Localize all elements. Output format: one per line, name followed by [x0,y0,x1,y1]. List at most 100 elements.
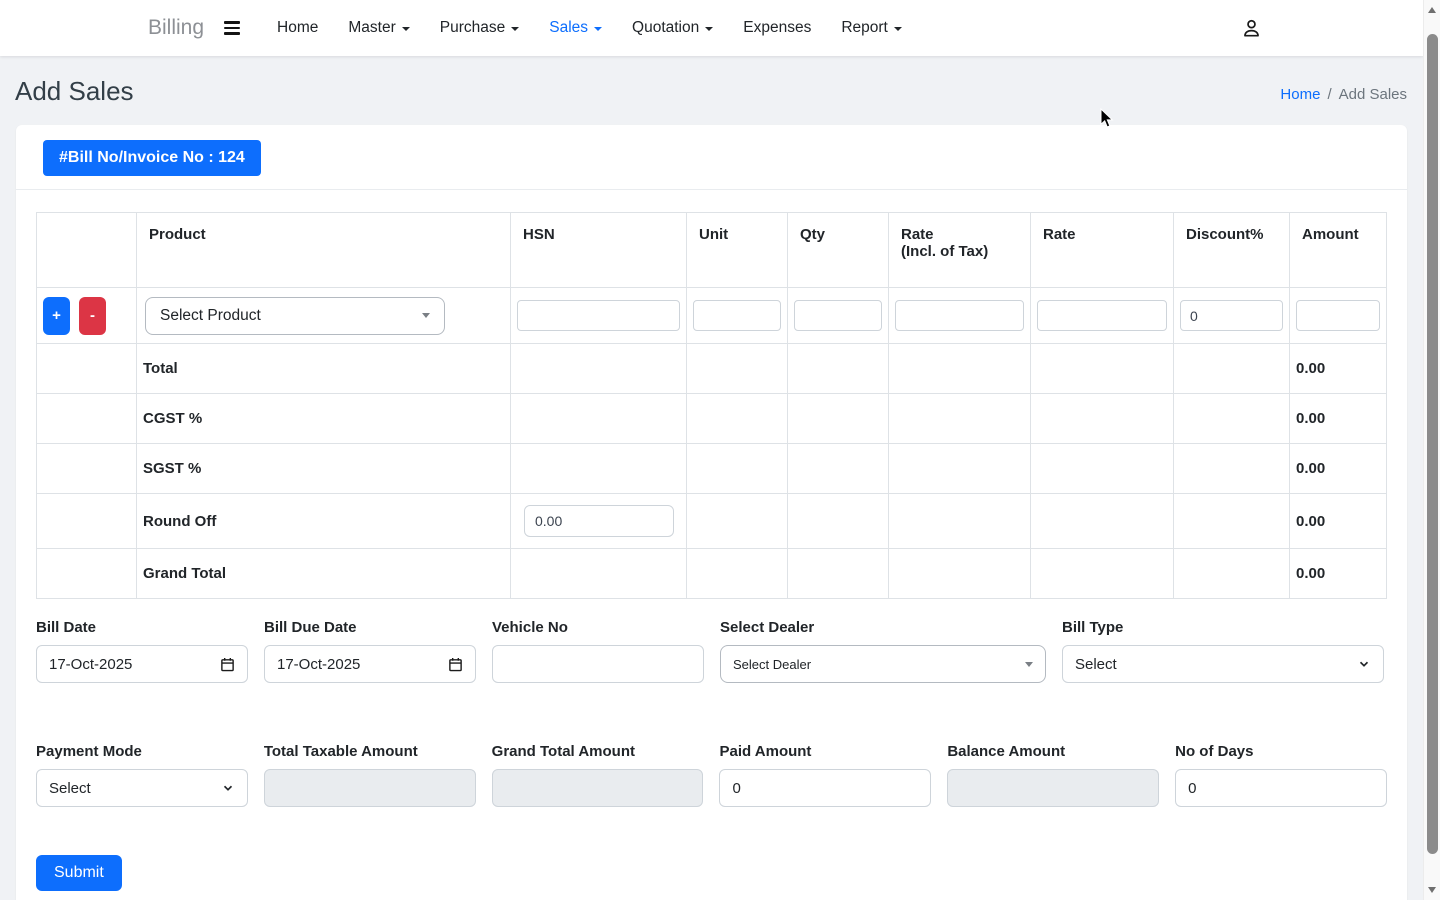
discount-input[interactable] [1180,300,1283,331]
bill-type-label: Bill Type [1062,619,1384,636]
nav-item-expenses[interactable]: Expenses [728,11,826,45]
bill-no-invoice-button[interactable]: #Bill No/Invoice No : 124 [43,140,261,176]
col-product: Product [137,213,511,288]
paid-amount-input[interactable] [719,769,931,807]
chevron-down-icon [1357,657,1371,671]
caret-down-icon [1025,662,1033,667]
items-table: Product HSN Unit Qty Rate (Incl. of Tax)… [36,212,1387,599]
total-taxable-amount-label: Total Taxable Amount [264,743,476,760]
bill-number-section: #Bill No/Invoice No : 124 [16,125,1407,190]
app-viewport: Billing Home Master Purchase Sales Quota… [0,0,1423,900]
submit-button[interactable]: Submit [36,855,122,891]
total-amount: 0.00 [1290,344,1387,394]
grand-total-amount-label: Grand Total Amount [492,743,704,760]
col-actions [37,213,137,288]
sgst-label: SGST % [137,444,511,494]
calendar-icon[interactable] [448,657,463,672]
grand-total-label: Grand Total [137,549,511,599]
vertical-scrollbar[interactable] [1423,0,1440,900]
no-of-days-input[interactable] [1175,769,1387,807]
hsn-input[interactable] [517,300,680,331]
cgst-row: CGST % 0.00 [37,394,1387,444]
rate-incl-tax-input[interactable] [895,300,1024,331]
breadcrumb: Home/Add Sales [1280,86,1407,107]
person-icon [1240,17,1263,40]
nav-item-sales[interactable]: Sales [534,11,617,45]
caret-down-icon [894,27,902,31]
balance-amount-input [947,769,1159,807]
nav-item-quotation[interactable]: Quotation [617,11,728,45]
sgst-row: SGST % 0.00 [37,444,1387,494]
bill-details-row: Bill Date 17-Oct-2025 Bill Due Date 17-O… [36,619,1387,683]
scroll-up-arrow-icon[interactable] [1428,7,1436,13]
unit-input[interactable] [693,300,781,331]
round-off-input[interactable] [524,505,674,537]
col-amount: Amount [1290,213,1387,288]
caret-down-icon [422,313,430,318]
product-entry-row: +- Select Product [37,288,1387,344]
paid-amount-label: Paid Amount [719,743,931,760]
breadcrumb-current: Add Sales [1339,86,1407,103]
remove-row-button[interactable]: - [79,297,106,335]
round-off-amount: 0.00 [1290,494,1387,549]
bill-date-input[interactable]: 17-Oct-2025 [36,645,248,683]
col-rate-incl: Rate (Incl. of Tax) [889,213,1031,288]
payment-mode-label: Payment Mode [36,743,248,760]
add-row-button[interactable]: + [43,297,70,335]
calendar-icon[interactable] [220,657,235,672]
rate-input[interactable] [1037,300,1167,331]
col-hsn: HSN [511,213,687,288]
col-rate: Rate [1031,213,1174,288]
select-product-dropdown[interactable]: Select Product [145,297,445,335]
grand-total-amount: 0.00 [1290,549,1387,599]
col-qty: Qty [788,213,889,288]
add-sales-card: #Bill No/Invoice No : 124 Product HSN Un… [16,125,1407,900]
bill-type-select[interactable]: Select [1062,645,1384,683]
nav-item-home[interactable]: Home [262,11,333,45]
col-discount: Discount% [1174,213,1290,288]
total-taxable-amount-input [264,769,476,807]
brand-logo[interactable]: Billing [148,16,204,40]
caret-down-icon [705,27,713,31]
page-title: Add Sales [15,76,134,107]
select-dealer-label: Select Dealer [720,619,1046,636]
balance-amount-label: Balance Amount [947,743,1159,760]
cgst-amount: 0.00 [1290,394,1387,444]
round-off-row: Round Off 0.00 [37,494,1387,549]
vehicle-no-label: Vehicle No [492,619,704,636]
nav-item-master[interactable]: Master [333,11,424,45]
qty-input[interactable] [794,300,882,331]
scrollbar-thumb[interactable] [1427,34,1438,854]
breadcrumb-home-link[interactable]: Home [1280,86,1320,103]
table-header-row: Product HSN Unit Qty Rate (Incl. of Tax)… [37,213,1387,288]
grand-total-row: Grand Total 0.00 [37,549,1387,599]
top-navbar: Billing Home Master Purchase Sales Quota… [0,0,1423,56]
sgst-amount: 0.00 [1290,444,1387,494]
caret-down-icon [511,27,519,31]
nav-item-purchase[interactable]: Purchase [425,11,534,45]
col-unit: Unit [687,213,788,288]
select-dealer-dropdown[interactable]: Select Dealer [720,645,1046,683]
scroll-down-arrow-icon[interactable] [1428,887,1436,893]
cgst-label: CGST % [137,394,511,444]
main-nav: Home Master Purchase Sales Quotation Exp… [262,11,917,45]
user-account-icon[interactable] [1240,17,1263,40]
caret-down-icon [402,27,410,31]
no-of-days-label: No of Days [1175,743,1387,760]
total-row: Total 0.00 [37,344,1387,394]
chevron-down-icon [221,781,235,795]
total-label: Total [137,344,511,394]
bill-date-label: Bill Date [36,619,248,636]
bill-due-date-input[interactable]: 17-Oct-2025 [264,645,476,683]
vehicle-no-input[interactable] [492,645,704,683]
nav-item-report[interactable]: Report [826,11,917,45]
payment-details-row: Payment Mode Select Total Taxable Amount… [36,743,1387,807]
hamburger-menu-icon[interactable] [218,15,246,41]
round-off-label: Round Off [137,494,511,549]
bill-due-date-label: Bill Due Date [264,619,476,636]
amount-input[interactable] [1296,300,1380,331]
grand-total-amount-input [492,769,704,807]
card-body: Product HSN Unit Qty Rate (Incl. of Tax)… [16,190,1407,900]
page-header: Add Sales Home/Add Sales [0,56,1423,125]
payment-mode-select[interactable]: Select [36,769,248,807]
